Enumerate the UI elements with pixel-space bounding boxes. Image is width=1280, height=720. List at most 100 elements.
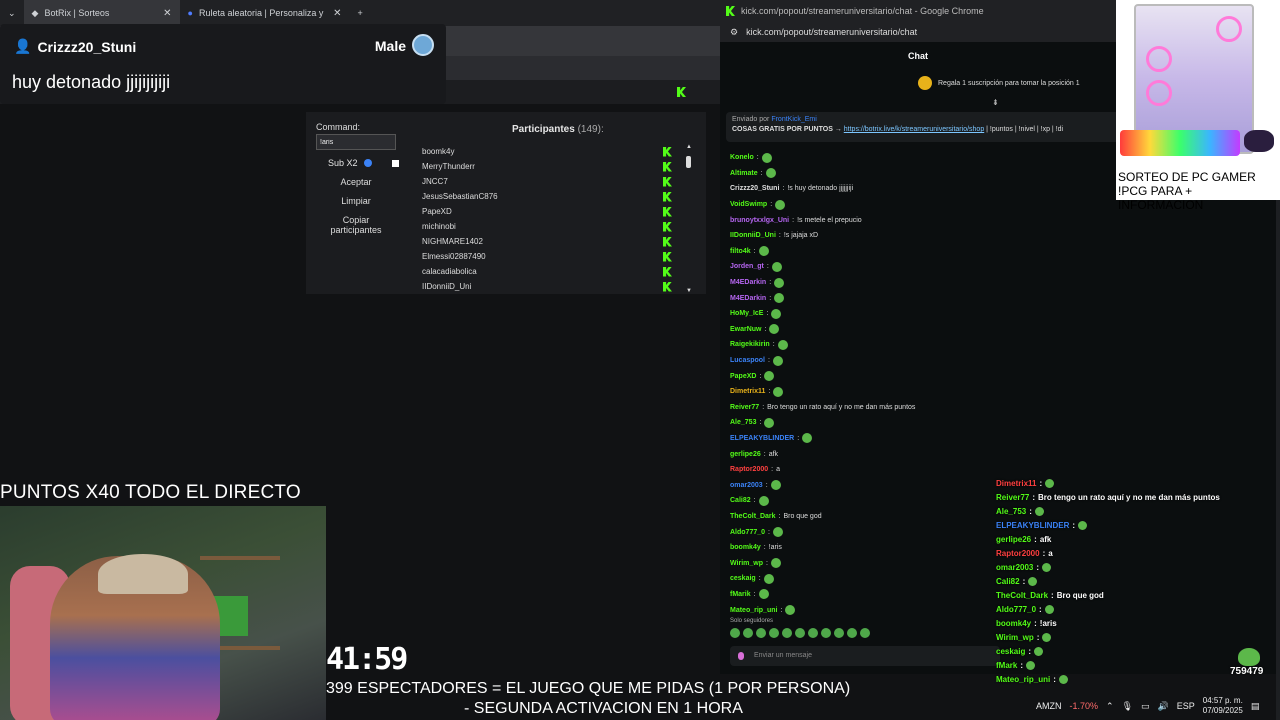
participant-row[interactable]: MerryThunderr <box>412 159 678 174</box>
chat-message: EwarNuw: <box>730 322 1010 338</box>
chat-username[interactable]: fMarik <box>730 591 751 598</box>
chat-username[interactable]: Konelo <box>730 154 754 161</box>
sub-x2-toggle[interactable]: Sub X2 <box>328 158 399 168</box>
giveaway-panel: Command: Sub X2 Aceptar Limpiar Copiar p… <box>306 112 706 294</box>
participant-row[interactable]: Elmessi02887490 <box>412 249 678 264</box>
expand-icon[interactable]: ⇟ <box>992 98 999 107</box>
emote-bar[interactable] <box>730 628 870 638</box>
chat-username[interactable]: TheColt_Dark <box>730 513 776 520</box>
participant-row[interactable]: boomk4y <box>412 144 678 159</box>
popout-window-title: kick.com/popout/streameruniversitario/ch… <box>741 6 984 16</box>
sub-x2-checkbox[interactable] <box>391 159 399 167</box>
chat-username[interactable]: omar2003 <box>730 482 763 489</box>
scroll-up-icon[interactable]: ▲ <box>686 144 692 150</box>
popout-url: kick.com/popout/streameruniversitario/ch… <box>746 27 918 37</box>
participant-row[interactable]: JesusSebastianC876 <box>412 189 678 204</box>
chat-username[interactable]: brunoytxxlgx_Uni <box>730 217 789 224</box>
popout-url-bar[interactable]: ⚙ kick.com/popout/streameruniversitario/… <box>720 22 1116 42</box>
kick-logo-icon <box>663 236 672 247</box>
chat-username[interactable]: Altimate <box>730 170 758 177</box>
command-input[interactable] <box>316 134 396 150</box>
chat-username[interactable]: Raigekikirin <box>730 341 770 348</box>
language-indicator[interactable]: ESP <box>1177 701 1195 711</box>
chat-username[interactable]: Wirim_wp <box>730 560 763 567</box>
tab-ruleta[interactable]: ● Ruleta aleatoria | Personaliza y ✕ <box>180 0 350 26</box>
accept-button[interactable]: Aceptar <box>316 177 396 187</box>
network-icon[interactable]: ▭ <box>1141 701 1150 712</box>
chat-username[interactable]: M4EDarkin <box>730 295 766 302</box>
participant-row[interactable]: PapeXD <box>412 204 678 219</box>
emote-icon <box>773 386 784 397</box>
participant-row[interactable]: michinobi <box>412 219 678 234</box>
emote-icon <box>771 308 782 319</box>
gift-text: Regala 1 suscripción para tomar la posic… <box>938 79 1080 87</box>
mic-icon[interactable] <box>738 652 744 660</box>
chat-username[interactable]: Raptor2000 <box>730 466 768 473</box>
emote-icon <box>772 527 783 538</box>
close-icon[interactable]: ✕ <box>333 8 341 19</box>
copy-participants-button[interactable]: Copiar participantes <box>316 215 396 235</box>
sub-x2-label: Sub X2 <box>328 158 358 168</box>
chat-username[interactable]: PapeXD <box>730 373 756 380</box>
participant-row[interactable]: IIDonniiD_Uni <box>412 279 678 292</box>
chat-message: filto4k: <box>730 244 1010 260</box>
notifications-icon[interactable]: ▤ <box>1251 701 1260 712</box>
tab-botrix[interactable]: ◆ BotRix | Sorteos ✕ <box>23 0 180 26</box>
participant-name: boomk4y <box>422 147 455 156</box>
clear-button[interactable]: Limpiar <box>316 196 396 206</box>
participant-row[interactable]: calacadiabolica <box>412 264 678 279</box>
participants-scrollbar[interactable]: ▲ ▼ <box>686 144 692 294</box>
gift-sub-banner[interactable]: Regala 1 suscripción para tomar la posic… <box>918 76 1080 90</box>
chat-username[interactable]: ceskaig <box>730 575 756 582</box>
clock[interactable]: 04:57 p. m. 07/09/2025 <box>1203 696 1243 716</box>
pinned-link[interactable]: https://botrix.live/k/streameruniversita… <box>844 126 984 133</box>
new-tab-button[interactable]: + <box>350 0 371 26</box>
overlay-text: a <box>1048 548 1053 558</box>
webcam-feed <box>0 506 326 720</box>
chat-message: PapeXD: <box>730 368 1010 384</box>
chat-username[interactable]: Crizzz20_Stuni <box>730 185 779 192</box>
chat-username[interactable]: gerlipe26 <box>730 451 761 458</box>
chat-username[interactable]: Cali82 <box>730 497 751 504</box>
countdown-timer: 41:59 <box>326 642 408 677</box>
chat-username[interactable]: Reiver77 <box>730 404 759 411</box>
tab-list-button[interactable]: ⌄ <box>0 0 24 26</box>
chat-username[interactable]: HoMy_IcE <box>730 310 763 317</box>
chat-messages: Konelo: Altimate: Crizzz20_Stuni: !s huy de… <box>730 150 1010 618</box>
chat-text: !s huy detonado jjjjjjiji <box>787 185 854 193</box>
participant-row[interactable]: NIGHMARE1402 <box>412 234 678 249</box>
chat-message: Konelo: <box>730 150 1010 166</box>
chat-message: Reiver77: Bro tengo un rato aquí y no me … <box>730 403 916 411</box>
chat-username[interactable]: boomk4y <box>730 544 761 551</box>
volume-icon[interactable]: 🔊 <box>1158 701 1169 712</box>
chat-username[interactable]: Lucaspool <box>730 357 765 364</box>
mic-icon[interactable]: 🎙 <box>1122 701 1133 712</box>
emote-icon <box>785 605 796 616</box>
emote-icon <box>763 573 774 584</box>
emote-icon <box>1042 562 1052 572</box>
kick-logo-icon <box>663 206 672 217</box>
scroll-thumb[interactable] <box>686 156 691 168</box>
participant-row[interactable]: JNCC7 <box>412 174 678 189</box>
chat-username[interactable]: IIDonniiD_Uni <box>730 232 776 239</box>
participants-list[interactable]: boomk4y MerryThunderr JNCC7 JesusSebastianC… <box>412 144 678 292</box>
chat-username[interactable]: ELPEAKYBLINDER <box>730 435 794 442</box>
pinned-sender-prefix: Enviado por <box>732 116 770 123</box>
chat-username[interactable]: M4EDarkin <box>730 279 766 286</box>
chat-username[interactable]: Mateo_rip_uni <box>730 607 777 614</box>
close-icon[interactable]: ✕ <box>163 8 171 19</box>
chat-username[interactable]: Dimetrix11 <box>730 388 765 395</box>
user-icon: 👤 <box>14 38 32 54</box>
chat-username[interactable]: VoidSwimp <box>730 201 767 208</box>
send-message-input[interactable]: Enviar un mensaje <box>730 646 1000 666</box>
chat-username[interactable]: Ale_753 <box>730 419 756 426</box>
stock-ticker[interactable]: AMZN <box>1036 701 1062 711</box>
chat-username[interactable]: Jorden_gt <box>730 263 764 270</box>
chevron-up-icon[interactable]: ⌃ <box>1106 701 1114 712</box>
scroll-down-icon[interactable]: ▼ <box>686 288 692 294</box>
chat-username[interactable]: EwarNuw <box>730 326 762 333</box>
site-settings-icon[interactable]: ⚙ <box>730 27 738 38</box>
emote-icon <box>1026 660 1036 670</box>
chat-username[interactable]: Aldo777_0 <box>730 529 765 536</box>
chat-username[interactable]: filto4k <box>730 248 751 255</box>
